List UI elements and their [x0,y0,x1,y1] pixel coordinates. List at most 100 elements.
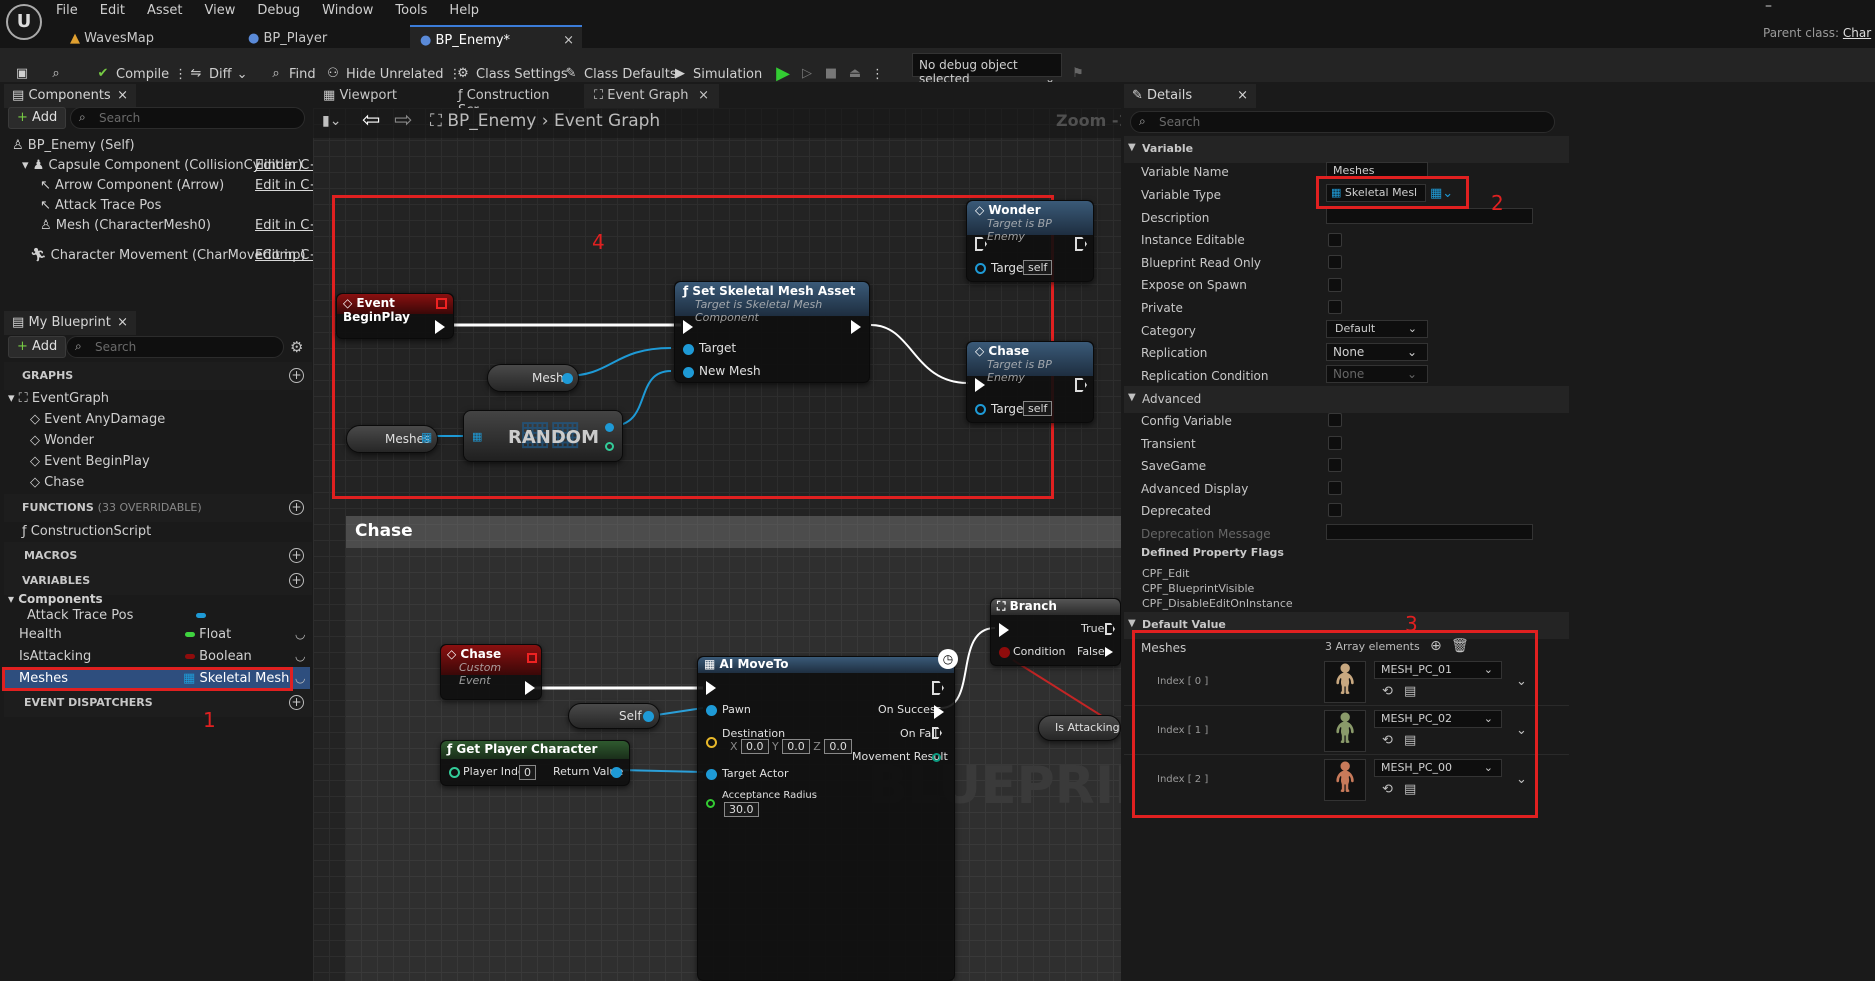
delegate-pin[interactable] [527,653,537,663]
exec-out-pin[interactable] [1075,378,1087,392]
menu-edit[interactable]: Edit [100,3,125,18]
target-actor-pin[interactable] [706,769,717,780]
variable-type[interactable]: Boolean [185,649,252,664]
condition-pin[interactable] [999,647,1010,658]
stop-icon[interactable]: ■ [823,66,839,82]
wonder-node[interactable]: ◇ Wonder Target is BP Enemy Target self [966,200,1094,282]
add-graph-icon[interactable]: + [289,368,304,383]
instance-editable-checkbox[interactable] [1328,233,1342,247]
on-fail-pin[interactable] [932,727,942,739]
event-item[interactable]: ◇ Event AnyDamage [30,412,165,427]
set-skeletal-mesh-node[interactable]: ƒ Set Skeletal Mesh Asset Target is Skele… [674,281,870,383]
exec-in-pin[interactable] [999,623,1009,637]
deprecated-checkbox[interactable] [1328,503,1342,517]
debug-object-select[interactable]: No debug object selected ⌄ [912,53,1062,86]
add-dispatcher-icon[interactable]: + [289,695,304,710]
is-attacking-node[interactable]: Is Attacking [1038,715,1121,741]
self-node[interactable]: Self [568,703,660,729]
save-button[interactable]: ▣ [14,66,30,82]
true-pin[interactable] [1105,623,1115,635]
variable-row[interactable]: IsAttacking [19,649,91,664]
add-variable-icon[interactable]: + [289,573,304,588]
exec-out-pin[interactable] [435,320,445,334]
expand-arrow-icon[interactable]: ▾ [22,158,29,173]
parent-class-value[interactable]: Char [1843,26,1871,40]
variable-type[interactable]: Float [185,627,231,642]
add-macro-icon[interactable]: + [289,548,304,563]
play-icon[interactable]: ▶ [775,65,791,83]
close-icon[interactable]: × [117,88,128,103]
branch-node[interactable]: ⛶ Branch True Condition False [990,598,1121,666]
close-icon[interactable]: × [563,33,574,48]
minimize-icon[interactable]: – [1765,0,1772,14]
component-item[interactable]: ↖ Attack Trace Pos [40,198,161,213]
delegate-pin[interactable] [436,298,447,309]
target-pin[interactable] [683,344,694,355]
variables-section[interactable]: VARIABLES + [4,567,312,595]
variable-row[interactable]: Attack Trace Pos [27,608,133,623]
find-button[interactable]: ⌕ Find [268,66,315,82]
class-defaults-button[interactable]: ✎ Class Defaults [563,66,677,82]
variable-row[interactable]: Health [19,627,62,642]
array-grid-icon[interactable]: ▦ [421,430,432,444]
class-settings-button[interactable]: ⚙ Class Settings [455,66,567,82]
event-item[interactable]: ◇ Event BeginPlay [30,454,150,469]
more-icon[interactable]: ⋮ [871,67,884,82]
event-item[interactable]: ◇ Chase [30,475,84,490]
step-icon[interactable]: ▷ [799,66,815,82]
target-pin[interactable] [975,263,986,274]
diff-button[interactable]: ⇋ Diff ⌄ [188,66,248,82]
component-item[interactable]: ♙ Mesh (CharacterMesh0) [40,218,211,233]
new-mesh-pin[interactable] [683,367,694,378]
collapse-arrow-icon[interactable]: ▼ [1128,618,1136,629]
close-icon[interactable]: × [698,88,709,103]
menu-file[interactable]: File [56,3,78,18]
close-icon[interactable]: × [117,315,128,330]
destination-pin[interactable] [706,737,717,748]
myblueprint-tab[interactable]: ▤ My Blueprint × [4,311,136,335]
simulation-button[interactable]: ▶ Simulation [672,66,762,82]
tab-eventgraph[interactable]: ⛶ Event Graph × [584,84,719,108]
close-icon[interactable]: × [1237,88,1248,103]
graphs-section[interactable]: GRAPHS + [4,362,312,390]
debug-filter-button[interactable]: ⚑ [1070,66,1086,82]
expose-on-spawn-checkbox[interactable] [1328,278,1342,292]
comment-title[interactable]: Chase [355,521,413,541]
myblueprint-search[interactable]: ⌕ Search [66,336,284,358]
dispatchers-section[interactable]: EVENT DISPATCHERS + [4,689,312,717]
on-success-pin[interactable] [934,705,944,719]
read-only-checkbox[interactable] [1328,255,1342,269]
menu-debug[interactable]: Debug [257,3,300,18]
eye-icon[interactable]: ◡ [295,671,305,685]
get-player-character-node[interactable]: ƒ Get Player Character Player Index 0 Re… [440,740,630,786]
deprecation-message-input[interactable] [1326,524,1533,540]
exec-in-pin[interactable] [975,378,985,392]
settings-gear-icon[interactable]: ⚙ [290,338,303,356]
replication-condition-select[interactable]: None ⌄ [1326,365,1428,383]
browse-button[interactable]: ⌕ [48,66,64,82]
tab-viewport[interactable]: ▦ Viewport [313,84,443,108]
menu-window[interactable]: Window [322,3,373,18]
exec-in-pin[interactable] [706,681,716,695]
advanced-display-checkbox[interactable] [1328,481,1342,495]
private-checkbox[interactable] [1328,300,1342,314]
random-out-pin[interactable] [605,423,614,432]
eye-icon[interactable]: ◡ [295,627,305,641]
functions-section[interactable]: FUNCTIONS (33 OVERRIDABLE) + [4,494,312,522]
unreal-logo[interactable]: U [6,4,42,40]
chase-event-node[interactable]: ◇ Chase Custom Event [440,644,542,700]
acceptance-radius-pin[interactable] [706,799,715,808]
collapse-arrow-icon[interactable]: ▼ [1128,142,1136,153]
eject-icon[interactable]: ⏏ [847,66,863,82]
menu-tools[interactable]: Tools [395,3,427,18]
menu-view[interactable]: View [205,3,236,18]
add-component-button[interactable]: + Add [8,107,67,129]
pawn-pin[interactable] [706,705,717,716]
index-out-pin[interactable] [605,442,614,451]
return-value-pin[interactable] [611,767,622,778]
config-variable-checkbox[interactable] [1328,413,1342,427]
exec-in-pin[interactable] [683,320,693,334]
details-tab[interactable]: ✎ Details × [1124,84,1256,108]
exec-out-pin[interactable] [525,681,535,695]
event-beginplay-node[interactable]: ◇ Event BeginPlay [336,293,454,339]
